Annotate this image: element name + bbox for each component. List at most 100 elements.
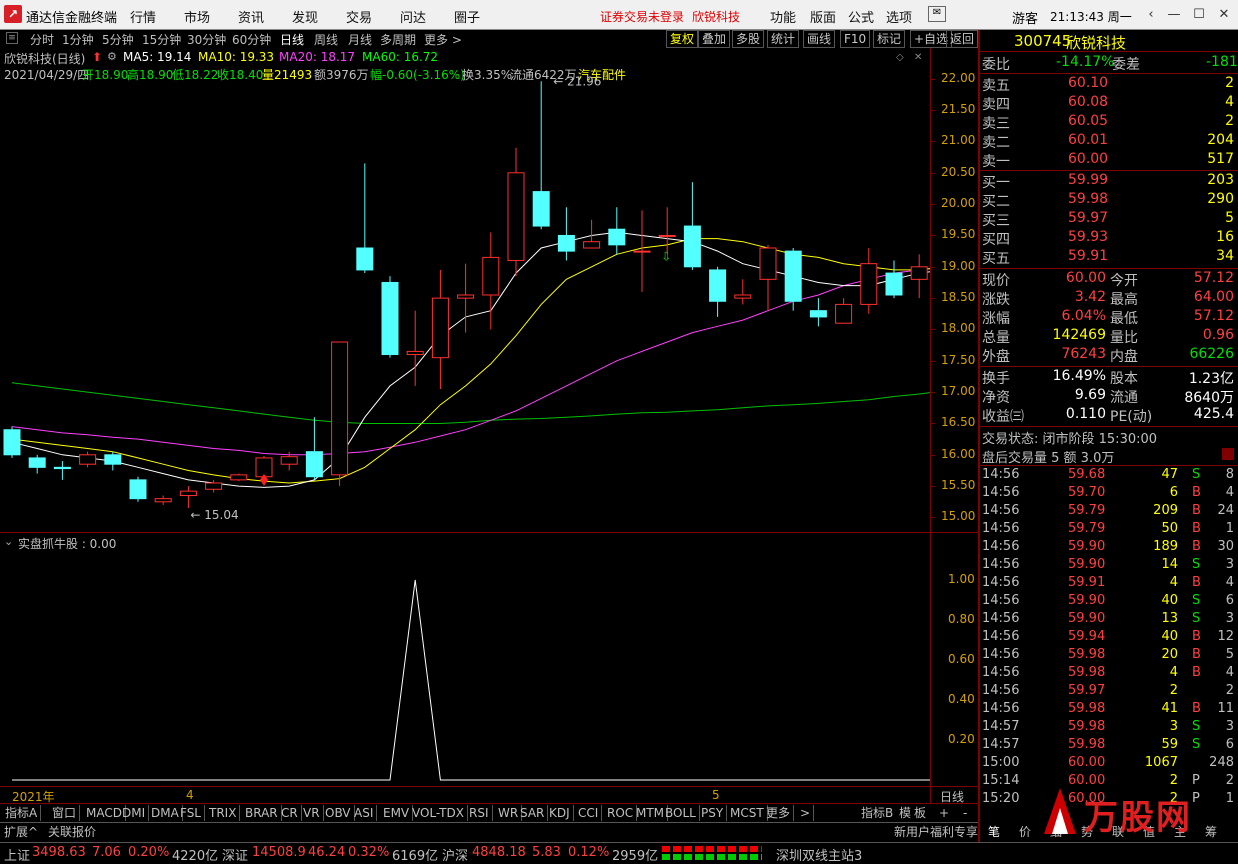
timeframe-9[interactable]: 多周期 bbox=[380, 31, 416, 48]
footer-tab-1[interactable]: 价 bbox=[1019, 823, 1031, 840]
sh-label[interactable]: 上证 bbox=[4, 845, 30, 864]
candle-body[interactable] bbox=[431, 297, 449, 359]
menu2-0[interactable]: 功能 bbox=[770, 7, 796, 26]
hs-label[interactable]: 沪深 bbox=[442, 845, 468, 864]
candle-body[interactable] bbox=[230, 474, 248, 481]
footer-tab-0[interactable]: 笔 bbox=[988, 823, 1000, 840]
candlestick-chart[interactable]: ← 21.96 ← 15.04 ⇩ bbox=[0, 48, 930, 532]
buy-price[interactable]: 59.99 bbox=[1068, 172, 1108, 188]
mail-icon[interactable]: ✉ bbox=[928, 6, 946, 22]
indicator-tab-25[interactable]: > bbox=[797, 805, 815, 821]
candle-body[interactable] bbox=[557, 234, 575, 252]
indicator-tab-right-3[interactable]: + bbox=[936, 805, 952, 821]
toolbar-5[interactable]: F10 bbox=[840, 30, 871, 48]
user-label[interactable]: 游客 bbox=[1012, 8, 1038, 27]
menu2-1[interactable]: 版面 bbox=[810, 7, 836, 26]
timeframe-0[interactable]: 分时 bbox=[30, 31, 54, 48]
indicator-tab-7[interactable]: BRAR bbox=[242, 805, 282, 821]
buy-price[interactable]: 59.93 bbox=[1068, 229, 1108, 245]
menu-3[interactable]: 发现 bbox=[292, 7, 318, 26]
timeframe-5[interactable]: 60分钟 bbox=[232, 31, 271, 48]
candle-body[interactable] bbox=[910, 266, 928, 280]
indicator-tab-3[interactable]: DMI bbox=[119, 805, 150, 821]
sz-label[interactable]: 深证 bbox=[222, 845, 248, 864]
candle-body[interactable] bbox=[507, 172, 525, 262]
indicator-tab-13[interactable]: VOL-TDX bbox=[409, 805, 468, 821]
indicator-tab-6[interactable]: TRIX bbox=[206, 805, 241, 821]
close-icon[interactable]: ✕ bbox=[1215, 6, 1233, 24]
buy-price[interactable]: 59.97 bbox=[1068, 210, 1108, 226]
indicator-tab-right-0[interactable]: 指标B bbox=[858, 805, 896, 821]
indicator-tab-24[interactable]: 更多 bbox=[763, 805, 795, 821]
candle-body[interactable] bbox=[129, 479, 147, 500]
footer-tab-6[interactable]: 主 bbox=[1174, 823, 1186, 840]
candle-body[interactable] bbox=[608, 228, 626, 246]
candle-body[interactable] bbox=[885, 272, 903, 296]
candle-body[interactable] bbox=[583, 241, 601, 249]
menu-5[interactable]: 问达 bbox=[400, 7, 426, 26]
timeframe-2[interactable]: 5分钟 bbox=[102, 31, 134, 48]
candle-body[interactable] bbox=[734, 294, 752, 299]
buy-price[interactable]: 59.91 bbox=[1068, 248, 1108, 264]
menu-2[interactable]: 资讯 bbox=[238, 7, 264, 26]
candle-body[interactable] bbox=[759, 247, 777, 280]
indicator-tab-8[interactable]: CR bbox=[278, 805, 302, 821]
indicator-tab-23[interactable]: MCST bbox=[727, 805, 768, 821]
footer-tab-7[interactable]: 筹 bbox=[1205, 823, 1217, 840]
indicator-tab-16[interactable]: SAR bbox=[517, 805, 549, 821]
toolbar-2[interactable]: 多股 bbox=[732, 30, 765, 48]
timeframe-8[interactable]: 月线 bbox=[348, 31, 372, 48]
footer-tab-4[interactable]: 联 bbox=[1112, 823, 1124, 840]
candle-body[interactable] bbox=[532, 191, 550, 227]
menu-4[interactable]: 交易 bbox=[346, 7, 372, 26]
candle-body[interactable] bbox=[154, 498, 172, 503]
sell-price[interactable]: 60.00 bbox=[1068, 151, 1108, 167]
candle-body[interactable] bbox=[331, 341, 349, 476]
candle-body[interactable] bbox=[381, 281, 399, 356]
candle-body[interactable] bbox=[835, 303, 853, 324]
new-user-link[interactable]: 新用户福利专享 bbox=[894, 823, 978, 840]
expand-button[interactable]: 扩展^ bbox=[4, 823, 38, 840]
chart-icon[interactable] bbox=[1222, 448, 1234, 460]
back-icon[interactable]: ‹ bbox=[1142, 6, 1160, 24]
footer-tab-3[interactable]: 势 bbox=[1081, 823, 1093, 840]
footer-tab-5[interactable]: 值 bbox=[1143, 823, 1155, 840]
candle-body[interactable] bbox=[305, 451, 323, 478]
timeframe-4[interactable]: 30分钟 bbox=[187, 31, 226, 48]
candle-body[interactable] bbox=[658, 234, 676, 237]
candle-body[interactable] bbox=[683, 225, 701, 268]
sell-price[interactable]: 60.10 bbox=[1068, 75, 1108, 91]
candle-body[interactable] bbox=[709, 269, 727, 302]
toolbar-8[interactable]: 返回 bbox=[946, 30, 979, 48]
indicator-tab-11[interactable]: ASI bbox=[351, 805, 378, 821]
menu2-3[interactable]: 选项 bbox=[886, 7, 912, 26]
candle-body[interactable] bbox=[406, 350, 424, 356]
candle-body[interactable] bbox=[784, 250, 802, 302]
indicator-tab-right-4[interactable]: - bbox=[960, 805, 970, 821]
buy-price[interactable]: 59.98 bbox=[1068, 191, 1108, 207]
server-station[interactable]: 深圳双线主站3 bbox=[776, 845, 862, 864]
login-notice[interactable]: 证券交易未登录 bbox=[600, 8, 684, 25]
menu-6[interactable]: 圈子 bbox=[454, 7, 480, 26]
candle-body[interactable] bbox=[104, 454, 122, 465]
candle-body[interactable] bbox=[179, 490, 197, 497]
indicator-tab-14[interactable]: RSI bbox=[466, 805, 493, 821]
sell-price[interactable]: 60.01 bbox=[1068, 132, 1108, 148]
sell-price[interactable]: 60.08 bbox=[1068, 94, 1108, 110]
menu2-2[interactable]: 公式 bbox=[848, 7, 874, 26]
candle-body[interactable] bbox=[53, 466, 71, 470]
related-quote-button[interactable]: 关联报价 bbox=[48, 823, 96, 840]
indicator-tab-18[interactable]: CCI bbox=[575, 805, 603, 821]
indicator-tab-9[interactable]: VR bbox=[300, 805, 324, 821]
menu-0[interactable]: 行情 bbox=[130, 7, 156, 26]
indicator-chart[interactable] bbox=[0, 533, 930, 786]
indicator-tab-10[interactable]: OBV bbox=[322, 805, 355, 821]
candle-body[interactable] bbox=[205, 482, 223, 490]
footer-tab-2[interactable]: 细 bbox=[1050, 823, 1062, 840]
indicator-tab-1[interactable]: 窗口 bbox=[49, 805, 81, 821]
toolbar-3[interactable]: 统计 bbox=[767, 30, 800, 48]
toolbar-6[interactable]: 标记 bbox=[873, 30, 906, 48]
timeframe-1[interactable]: 1分钟 bbox=[62, 31, 94, 48]
indicator-tab-5[interactable]: FSL bbox=[177, 805, 205, 821]
menu-1[interactable]: 市场 bbox=[184, 7, 210, 26]
